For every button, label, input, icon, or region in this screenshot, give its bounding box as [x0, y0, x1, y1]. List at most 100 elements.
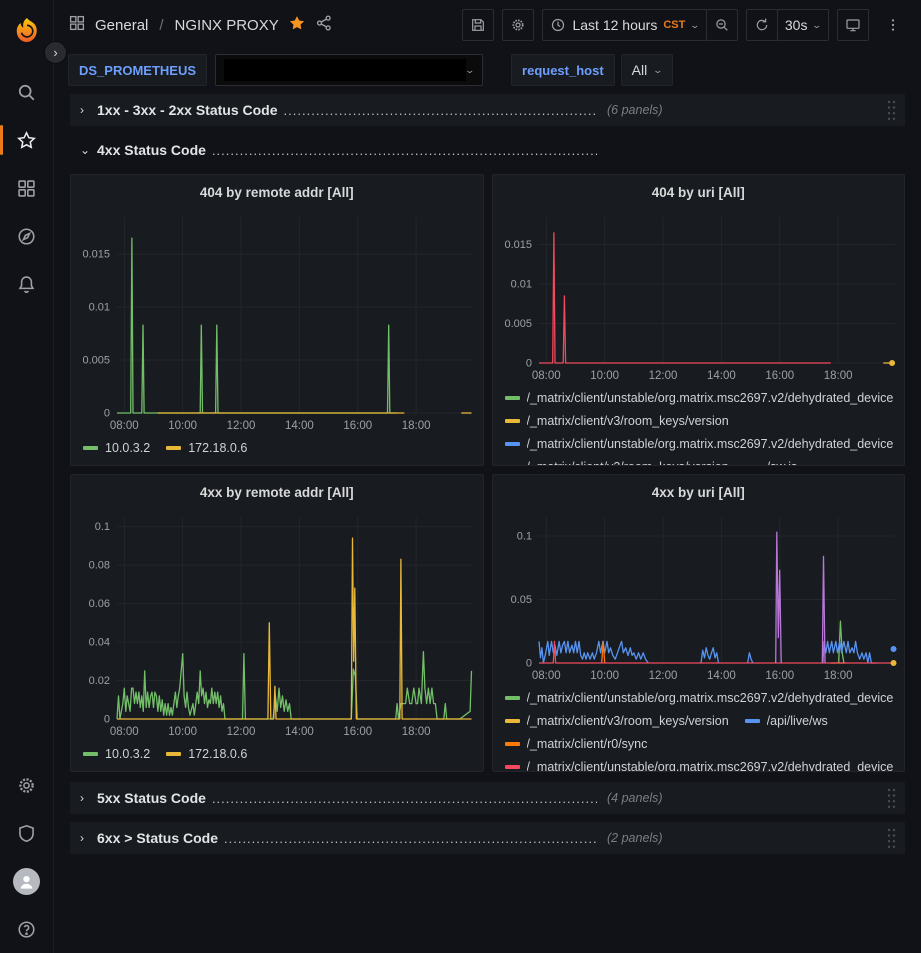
svg-text:0.08: 0.08: [89, 560, 110, 572]
legend-swatch: [505, 419, 520, 423]
svg-text:14:00: 14:00: [706, 670, 735, 682]
datasource-variable-value[interactable]: ⌄: [215, 54, 483, 86]
legend-label: 10.0.3.2: [105, 441, 150, 455]
row-leader-dots: ........................................…: [212, 791, 597, 806]
row-drag-handle[interactable]: [886, 787, 897, 815]
cycle-view-mode-button[interactable]: [837, 9, 869, 41]
svg-text:18:00: 18:00: [823, 370, 852, 382]
timeseries-chart[interactable]: 00.0050.010.01508:0010:0012:0014:0016:00…: [71, 209, 483, 434]
chevron-down-icon: ⌄: [465, 65, 476, 76]
row-leader-dots: ........................................…: [212, 143, 597, 158]
datasource-variable-label[interactable]: DS_PROMETHEUS: [68, 54, 207, 86]
row-drag-handle[interactable]: [886, 827, 897, 855]
svg-text:10:00: 10:00: [168, 726, 197, 738]
legend-item[interactable]: /_matrix/client/r0/sync: [505, 732, 648, 755]
sidebar-item-alerting-bell-icon[interactable]: [0, 260, 54, 308]
time-range-label: Last 12 hours: [572, 17, 657, 33]
legend-label: 172.18.0.6: [188, 441, 247, 455]
refresh-interval-dropdown[interactable]: 30s ⌄: [777, 9, 829, 41]
sidebar-item-explore-compass-icon[interactable]: [0, 212, 54, 260]
svg-text:0: 0: [525, 658, 531, 670]
search-icon[interactable]: [0, 68, 54, 116]
panel-legend: 10.0.3.2 172.18.0.6: [71, 740, 483, 771]
sidebar: [0, 0, 54, 953]
dashboard-grid-icon[interactable]: [68, 14, 86, 37]
legend-item[interactable]: /sw.js: [745, 455, 798, 466]
legend-item[interactable]: /_matrix/client/v3/room_keys/version: [505, 409, 729, 432]
legend-item[interactable]: /_matrix/client/unstable/org.matrix.msc2…: [505, 432, 894, 455]
svg-text:10:00: 10:00: [590, 370, 619, 382]
request-host-variable-label[interactable]: request_host: [511, 54, 615, 86]
svg-text:08:00: 08:00: [110, 420, 139, 432]
svg-text:10:00: 10:00: [168, 420, 197, 432]
sidebar-item-starred[interactable]: [0, 116, 54, 164]
panel-title[interactable]: 404 by uri [All]: [493, 175, 905, 209]
breadcrumb-section[interactable]: General: [95, 17, 148, 34]
legend-label: /_matrix/client/r0/sync: [527, 737, 648, 751]
sidebar-item-dashboards[interactable]: [0, 164, 54, 212]
user-avatar[interactable]: [0, 857, 54, 905]
svg-text:18:00: 18:00: [823, 670, 852, 682]
request-host-variable-value[interactable]: All ⌄: [621, 54, 673, 86]
svg-text:0.04: 0.04: [89, 637, 110, 649]
chevron-down-icon: ⌄: [80, 143, 90, 157]
dashboard-settings-button[interactable]: [502, 9, 534, 41]
sidebar-item-help-question-icon[interactable]: [0, 905, 54, 953]
save-icon: [470, 17, 486, 33]
kebab-menu-icon[interactable]: [877, 9, 909, 41]
avatar: [13, 868, 40, 895]
redacted-value: [224, 59, 466, 81]
panel-title[interactable]: 404 by remote addr [All]: [71, 175, 483, 209]
svg-text:16:00: 16:00: [343, 420, 372, 432]
svg-text:0.01: 0.01: [510, 279, 531, 291]
panel-title[interactable]: 4xx by remote addr [All]: [71, 475, 483, 509]
panel-title[interactable]: 4xx by uri [All]: [493, 475, 905, 509]
row-1xx-3xx-2xx[interactable]: › 1xx - 3xx - 2xx Status Code ..........…: [70, 94, 905, 126]
sidebar-item-server-admin-shield-icon[interactable]: [0, 809, 54, 857]
refresh-button[interactable]: [746, 9, 778, 41]
panel-grid: 404 by remote addr [All] 00.0050.010.015…: [70, 174, 905, 772]
favorite-star-icon[interactable]: [288, 14, 306, 37]
svg-text:16:00: 16:00: [343, 726, 372, 738]
svg-text:0.005: 0.005: [504, 318, 532, 330]
legend-item[interactable]: /_matrix/client/v3/room_keys/version: [505, 709, 729, 732]
legend-label: 172.18.0.6: [188, 747, 247, 761]
legend-item[interactable]: /api/live/ws: [745, 709, 828, 732]
legend-label: 10.0.3.2: [105, 747, 150, 761]
chevron-right-icon: ›: [80, 831, 90, 845]
legend-item[interactable]: 172.18.0.6: [166, 436, 247, 459]
request-host-selected: All: [632, 62, 648, 78]
legend-item[interactable]: 10.0.3.2: [83, 436, 150, 459]
timeseries-chart[interactable]: 00.050.108:0010:0012:0014:0016:0018:00: [493, 509, 905, 684]
row-4xx-status-code[interactable]: ⌄ 4xx Status Code ......................…: [70, 134, 905, 166]
legend-item[interactable]: 172.18.0.6: [166, 742, 247, 765]
legend-item[interactable]: /_matrix/client/v3/room_keys/version: [505, 455, 729, 466]
legend-item[interactable]: 10.0.3.2: [83, 742, 150, 765]
legend-item[interactable]: /_matrix/client/unstable/org.matrix.msc2…: [505, 755, 894, 772]
legend-item[interactable]: /_matrix/client/unstable/org.matrix.msc2…: [505, 686, 894, 709]
save-dashboard-button[interactable]: [462, 9, 494, 41]
row-5xx-status-code[interactable]: › 5xx Status Code ......................…: [70, 782, 905, 814]
timeseries-chart[interactable]: 00.0050.010.01508:0010:0012:0014:0016:00…: [493, 209, 905, 384]
sidebar-item-configuration-gear-icon[interactable]: [0, 761, 54, 809]
svg-text:14:00: 14:00: [285, 420, 314, 432]
legend-label: /_matrix/client/unstable/org.matrix.msc2…: [527, 691, 894, 705]
time-range-picker[interactable]: Last 12 hours CST ⌄: [542, 9, 706, 41]
sidebar-expand-button[interactable]: ›: [44, 41, 67, 64]
panel-legend: /_matrix/client/unstable/org.matrix.msc2…: [493, 384, 905, 466]
legend-item[interactable]: /_matrix/client/unstable/org.matrix.msc2…: [505, 386, 894, 409]
legend-swatch: [505, 396, 520, 400]
legend-swatch: [505, 465, 520, 467]
clock-icon: [550, 17, 566, 33]
panel-4xx-by-uri: 4xx by uri [All] 00.050.108:0010:0012:00…: [492, 474, 906, 772]
legend-label: /_matrix/client/v3/room_keys/version: [527, 714, 729, 728]
svg-text:12:00: 12:00: [648, 370, 677, 382]
panel-404-by-uri: 404 by uri [All] 00.0050.010.01508:0010:…: [492, 174, 906, 466]
row-6xx-status-code[interactable]: › 6xx > Status Code ....................…: [70, 822, 905, 854]
timeseries-chart[interactable]: 00.020.040.060.080.108:0010:0012:0014:00…: [71, 509, 483, 740]
legend-swatch: [505, 719, 520, 723]
share-icon[interactable]: [315, 14, 333, 37]
zoom-out-time-button[interactable]: [706, 9, 738, 41]
row-title: 5xx Status Code: [97, 790, 206, 806]
row-drag-handle[interactable]: [886, 99, 897, 127]
